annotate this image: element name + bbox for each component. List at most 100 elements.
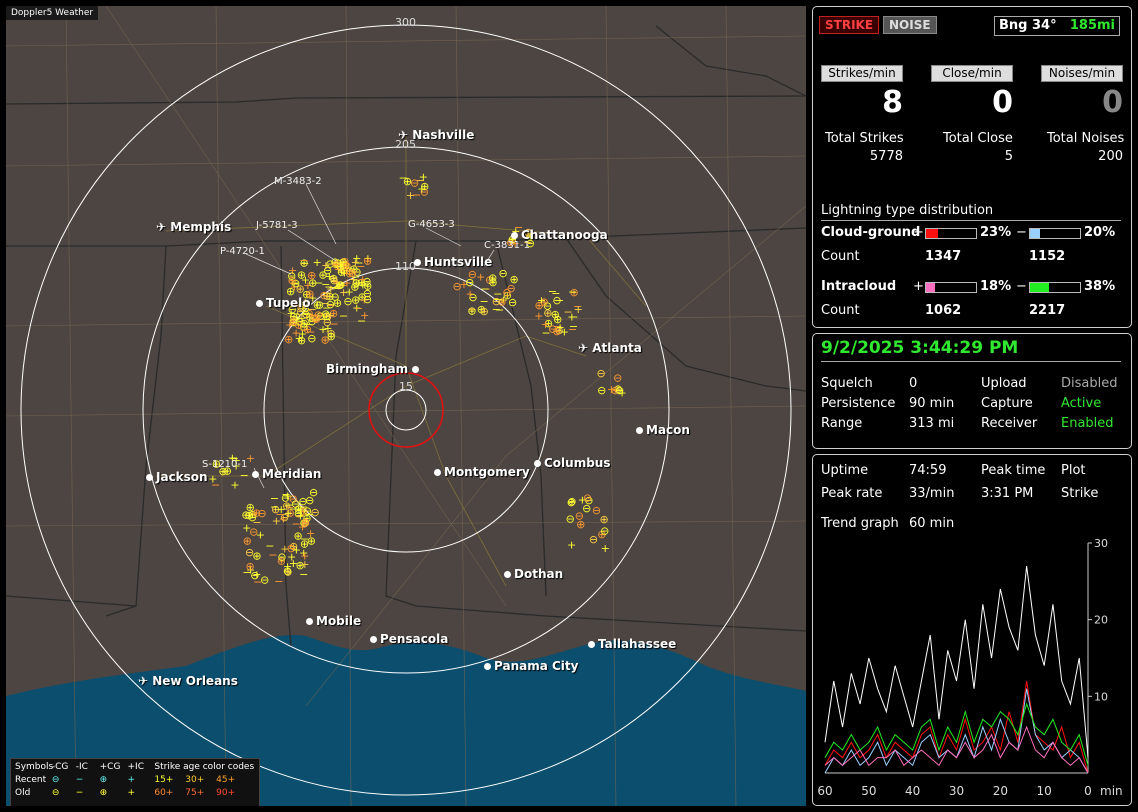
city-huntsville: Huntsville <box>414 255 492 269</box>
strike-marker: ⊕ <box>567 495 576 508</box>
strike-marker: − <box>548 285 557 298</box>
strike-label: M-3483-2 <box>274 176 322 187</box>
strike-label: P-4720-1 <box>220 246 265 257</box>
age-code: 15+ <box>154 775 174 785</box>
legend-col-pos-cg: +CG <box>99 762 121 772</box>
strike-marker: ⊖ <box>597 367 606 380</box>
cg-positive-fill <box>926 229 938 238</box>
ring-label-110: 110 <box>395 260 416 273</box>
uptime-label: Uptime <box>821 463 869 478</box>
peak-rate-value: 33/min <box>909 486 955 501</box>
strike-label: G-4653-3 <box>408 219 455 230</box>
city-meridian: Meridian <box>252 467 321 481</box>
strike-marker: + <box>574 303 583 316</box>
city-dot-icon <box>484 663 491 670</box>
city-dot-icon <box>412 366 420 373</box>
city-tallahassee: Tallahassee <box>588 637 676 651</box>
city-mobile: Mobile <box>306 614 361 628</box>
ic-positive-count: 1062 <box>925 303 962 318</box>
y-tick-label: 30 <box>1094 537 1108 550</box>
city-nashville: ✈ Nashville <box>398 128 475 142</box>
ic-negative-fill <box>1030 283 1049 292</box>
total-noises-label: Total Noises <box>1047 131 1125 146</box>
age-code: 60+ <box>154 788 174 798</box>
strike-marker: ⊕ <box>245 560 254 573</box>
plus-sign: + <box>913 279 924 294</box>
ic-negative-count: 2217 <box>1029 303 1066 318</box>
peak-time-label: Peak time <box>981 463 1046 478</box>
city-memphis: ✈ Memphis <box>156 220 232 234</box>
strike-marker: + <box>465 288 474 301</box>
strike-marker: − <box>240 469 249 482</box>
strike-label: J-5781-3 <box>256 220 298 231</box>
strike-marker: ⊖ <box>336 278 345 291</box>
upload-value: Disabled <box>1061 376 1118 391</box>
strike-marker: + <box>285 318 294 331</box>
peak-time-value: 3:31 PM <box>981 486 1034 501</box>
noises-per-min-label: Noises/min <box>1041 65 1123 82</box>
uptime-value: 74:59 <box>909 463 947 478</box>
strike-marker: ⊕ <box>480 305 489 318</box>
strike-marker: ⊖ <box>566 512 575 525</box>
total-strikes-label: Total Strikes <box>825 131 904 146</box>
close-per-min-label: Close/min <box>931 65 1013 82</box>
city-pensacola: Pensacola <box>370 632 448 646</box>
strike-marker: − <box>299 568 308 581</box>
ic-count-label: Count <box>821 303 860 318</box>
city-dot-icon <box>414 259 421 266</box>
strike-marker: ⊖ <box>465 276 474 289</box>
city-atlanta: ✈ Atlanta <box>578 341 642 355</box>
strike-marker: ⊕ <box>307 534 316 547</box>
airport-icon: ✈ <box>578 341 589 355</box>
strike-marker: + <box>292 543 301 556</box>
trend-graph-value: 60 min <box>909 516 955 531</box>
noises-per-min-value: 0 <box>1102 85 1123 120</box>
strike-marker: − <box>354 302 363 315</box>
noise-button[interactable]: NOISE <box>883 16 937 34</box>
legend-symbols-title: Symbols <box>15 762 54 772</box>
total-strikes-value: 5778 <box>869 149 903 164</box>
strike-marker: ⊕ <box>363 280 372 293</box>
city-macon: Macon <box>636 423 690 437</box>
legend-old-label: Old <box>15 788 31 798</box>
city-montgomery: Montgomery <box>434 465 530 479</box>
city-jackson: Jackson <box>146 470 208 484</box>
legend-col-pos-ic: +IC <box>127 762 144 772</box>
lightning-map[interactable]: ⊕ − − ⊕ ⊖ − ⊕ ⊖ ⊕ − − ⊕ + ⊕ + ⊖ ⊖ ⊕ − + ⊖ + ⊖ − ⊖ ⊖ + − ⊕ ⊕ ⊖ ⊖ ⊕ ⊕ − − ⊖ ⊕ + −… <box>6 6 806 806</box>
strike-marker: ⊕ <box>509 273 518 286</box>
strike-marker: ⊖ <box>597 384 606 397</box>
legend-col-neg-cg: -CG <box>51 762 69 772</box>
plot-value[interactable]: Strike <box>1061 486 1098 501</box>
strike-label: C-3831-1 <box>484 240 531 251</box>
trend-panel: Uptime 74:59 Peak time Plot Peak rate 33… <box>812 454 1132 806</box>
age-code: 30+ <box>185 775 205 785</box>
strike-marker: ⊖ <box>548 323 557 336</box>
squelch-value: 0 <box>909 376 918 391</box>
strike-marker: ⊕ <box>293 530 302 543</box>
total-noises-value: 200 <box>1098 149 1123 164</box>
plot-label: Plot <box>1061 463 1086 478</box>
current-datetime: 9/2/2025 3:44:29 PM <box>821 338 1019 358</box>
cloud-ground-label: Cloud-ground <box>821 225 921 240</box>
city-birmingham: Birmingham <box>326 362 422 376</box>
strike-marker: ⊖ <box>600 525 609 538</box>
strike-button[interactable]: STRIKE <box>819 16 880 34</box>
strike-marker: ⊖ <box>245 546 254 559</box>
strike-marker: + <box>352 252 361 265</box>
neg-cg-recent-icon: ⊖ <box>51 775 60 785</box>
close-per-min-value: 0 <box>992 85 1013 120</box>
capture-value: Active <box>1061 396 1102 411</box>
x-tick-label: 20 <box>993 784 1008 798</box>
ic-positive-pct: 18% <box>980 279 1012 294</box>
range-value: 313 mi <box>909 416 955 431</box>
divider <box>821 220 1121 221</box>
legend-col-neg-ic: -IC <box>75 762 88 772</box>
strike-marker: ⊖ <box>615 384 624 397</box>
receiver-label: Receiver <box>981 416 1038 431</box>
strike-label: S-1210-1 <box>202 459 248 470</box>
stats-panel: STRIKE NOISE Bng 34° 185mi Strikes/min C… <box>812 6 1132 328</box>
pos-ic-recent-icon: + <box>127 775 136 785</box>
strike-marker: ⊖ <box>583 491 592 504</box>
strike-marker: − <box>568 323 577 336</box>
ic-positive-bar <box>925 282 977 293</box>
